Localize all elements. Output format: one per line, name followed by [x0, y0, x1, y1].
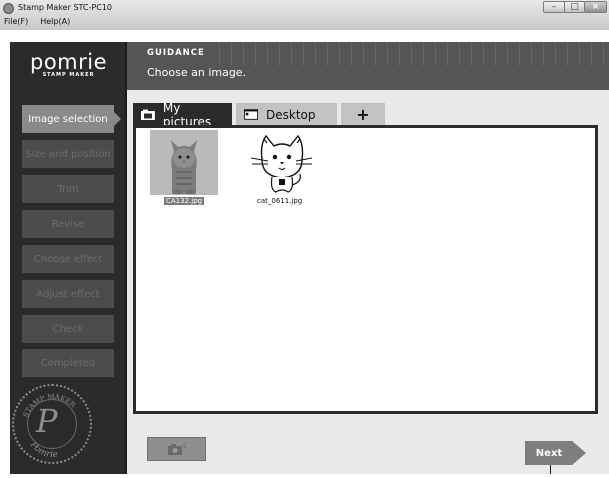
- cat-photo-thumbnail: [150, 130, 218, 195]
- guidance-text: Choose an image.: [147, 66, 247, 79]
- step-revise: Revise: [22, 210, 114, 238]
- tab-my-pictures[interactable]: My pictures: [133, 101, 232, 129]
- close-button[interactable]: ×: [584, 1, 607, 13]
- next-button[interactable]: Next: [525, 441, 573, 465]
- window-title: Stamp Maker STC-PC10: [18, 3, 112, 12]
- image-filename-cat0611[interactable]: cat_0611.jpg: [255, 197, 304, 205]
- guidance-banner: GUIDANCE Choose an image.: [127, 42, 609, 90]
- maximize-button[interactable]: □: [564, 1, 585, 13]
- image-grid-panel: CA132.jpg cat_0611.jpg: [133, 125, 598, 414]
- guidance-pattern: [219, 42, 609, 66]
- tab-label: Desktop: [266, 107, 316, 122]
- pomrie-logo: pomrie STAMP MAKER: [10, 50, 127, 78]
- step-sidebar: pomrie STAMP MAKER Image selection Size …: [10, 42, 127, 474]
- step-image-selection[interactable]: Image selection: [22, 105, 121, 133]
- image-thumbnail-cat0611[interactable]: [248, 130, 316, 195]
- step-check: Check: [22, 315, 114, 343]
- stamp-maker-seal: STAMP MAKER Pomrie P: [12, 384, 92, 464]
- app-window: Stamp Maker STC-PC10 File(F) Help(A) – □…: [0, 0, 609, 478]
- content-area: My pictures Desktop + CA132.jpg cat_0611…: [127, 90, 609, 474]
- step-choose-effect: Choose effect: [22, 245, 114, 273]
- seal-letter: P: [36, 402, 58, 440]
- menu-help[interactable]: Help(A): [38, 17, 72, 29]
- logo-name: pomrie: [29, 50, 108, 74]
- tab-desktop[interactable]: Desktop: [236, 103, 337, 126]
- guidance-label: GUIDANCE: [147, 48, 205, 58]
- menu-bar: File(F) Help(A): [2, 17, 72, 29]
- step-size-and-position: Size and position: [22, 140, 114, 168]
- add-icon: +: [356, 105, 370, 124]
- logo-tagline: STAMP MAKER: [42, 72, 95, 78]
- desktop-icon: [244, 109, 258, 120]
- next-arrow-icon[interactable]: [572, 441, 586, 465]
- camera-icon: [167, 442, 186, 455]
- image-filename-ca132[interactable]: CA132.jpg: [164, 197, 205, 205]
- step-adjust-effect: Adjust effect: [22, 280, 114, 308]
- step-completed: Completed: [22, 349, 114, 377]
- add-tab-button[interactable]: +: [341, 103, 385, 126]
- title-bar: Stamp Maker STC-PC10 File(F) Help(A) – □…: [0, 0, 609, 30]
- callout-line: [550, 465, 551, 474]
- pictures-folder-icon: [141, 109, 155, 120]
- camera-button[interactable]: [147, 437, 206, 461]
- image-thumbnail-ca132[interactable]: [150, 130, 218, 195]
- menu-file[interactable]: File(F): [2, 17, 30, 29]
- cat-drawing-thumbnail: [250, 134, 313, 193]
- step-trim: Trim: [22, 175, 114, 203]
- app-icon: [3, 3, 14, 14]
- minimize-button[interactable]: –: [543, 1, 565, 13]
